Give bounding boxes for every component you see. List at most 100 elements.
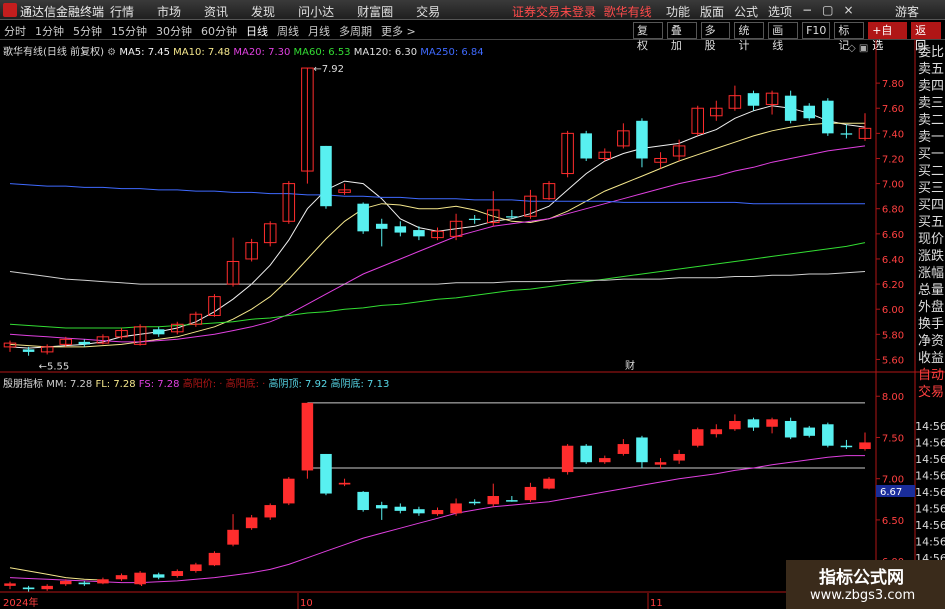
candle-body-17 [320,145,332,207]
side-label-14[interactable]: 总量 [918,282,945,299]
side-label-11[interactable]: 现价 [918,231,945,248]
side-label-16[interactable]: 换手 [918,316,945,333]
ind-body-13 [245,517,258,529]
ind-body-16 [301,402,314,471]
ind-body-29 [543,478,555,489]
side-label-20[interactable]: 交易 [918,384,945,401]
candle-body-22 [413,230,425,237]
price-tick-0: 7.80 [882,79,904,90]
ind-body-27 [506,500,518,502]
candle-body-25 [468,218,481,221]
side-label-19[interactable]: 自动 [918,367,945,384]
side-label-15[interactable]: 外盘 [918,299,945,316]
candle-body-4 [78,341,91,345]
side-label-2[interactable]: 卖四 [918,78,945,95]
ind-body-46 [859,442,871,450]
ma-line-MA20 [9,145,866,343]
ma-line-MA120 [9,271,866,285]
indicator-legend-0: MM: 7.28 [46,379,93,390]
candle-body-34 [636,120,648,159]
ind-body-23 [431,510,444,515]
candle-body-40 [747,93,760,106]
ind-body-4 [78,582,91,585]
ind-body-0 [4,583,16,586]
low-annotation: ←5.55 [39,362,70,373]
side-time-2: 14:56 [915,453,945,466]
side-label-10[interactable]: 买五 [918,214,945,231]
ind-body-41 [766,419,778,427]
buy-arrow-icon: ↑ [136,575,147,590]
ind-body-8 [152,574,165,578]
date-label-11: 11 [650,598,663,609]
side-label-9[interactable]: 买四 [918,197,945,214]
ma-line-MA250 [9,183,865,205]
ind-body-42 [784,420,797,438]
side-label-12[interactable]: 涨跌 [918,248,945,265]
ind-body-24 [450,503,462,514]
kline-chart-canvas[interactable]: 7.80 7.60 7.40 7.20 7.00 6.80 6.60 6.40 6.20 6.00… [0,0,945,609]
indicator-legend-3: 高阳价: · [179,379,223,390]
side-label-4[interactable]: 卖二 [918,112,945,129]
ind-body-25 [468,501,481,504]
high-annotation: ←7.92 [313,64,344,75]
ind-body-34 [636,437,648,463]
price-tick-4: 7.00 [882,180,904,191]
current-price-text: 6.67 [880,487,902,498]
ind-body-38 [710,429,723,435]
side-label-13[interactable]: 涨幅 [918,265,945,282]
side-label-6[interactable]: 买一 [918,146,945,163]
price-tick-5: 6.80 [882,205,904,216]
ind-body-12 [227,529,239,545]
side-time-4: 14:56 [915,486,945,499]
candle-body-42 [784,95,797,121]
ind-body-18 [338,482,351,485]
ind-body-31 [580,445,592,463]
ind-body-1 [22,587,35,590]
ind-body-2 [41,585,53,590]
ind-body-44 [822,424,834,446]
side-time-1: 14:56 [915,437,945,450]
candle-body-21 [394,226,407,233]
indicator-legend-6: 高阴底: 7.13 [327,379,390,390]
side-label-8[interactable]: 买三 [918,180,945,197]
ind-body-39 [729,420,741,430]
indicator-legend-2: FS: 7.28 [135,379,180,390]
ind-body-22 [413,509,425,514]
ind-body-20 [375,505,388,509]
ind-body-14 [264,505,276,518]
side-label-5[interactable]: 卖一 [918,129,945,146]
ind-body-45 [840,445,853,448]
date-label-2024: 2024年 [3,596,38,609]
indicator-tick-0: 8.00 [882,392,904,403]
indicator-title: 殷朋指标 [3,379,43,390]
price-tick-6: 6.60 [882,230,904,241]
side-label-18[interactable]: 收益 [918,350,945,367]
ind-body-5 [97,579,109,584]
ma-line-MA60 [9,242,866,329]
side-label-7[interactable]: 买二 [918,163,945,180]
ind-body-40 [747,419,760,428]
ind-body-32 [599,458,611,463]
indicator-tick-2: 7.00 [882,475,904,486]
ind-body-21 [394,506,407,511]
fs-line [9,455,865,584]
price-tick-2: 7.40 [882,129,904,140]
side-label-0[interactable]: 委比 [918,44,945,61]
ind-body-33 [617,444,630,454]
side-time-7: 14:56 [915,536,945,549]
ind-body-15 [283,478,295,504]
side-label-1[interactable]: 卖五 [918,61,945,78]
indicator-legend-1: FL: 7.28 [92,379,136,390]
side-time-0: 14:56 [915,420,945,433]
watermark-title: 指标公式网 [819,568,904,588]
quote-side-panel: 委比 卖五 卖四 卖三 卖二 卖一 买一 买二 买三 买四 买五 现价 涨跌 涨幅 总量 外盘 换手 净资 收益 自动… [918,44,945,401]
sub-chart-legend: 殷朋指标 MM: 7.28 FL: 7.28 FS: 7.28 高阳价: · 高… [3,375,389,390]
price-tick-9: 6.00 [882,305,904,316]
side-label-3[interactable]: 卖三 [918,95,945,112]
price-tick-3: 7.20 [882,154,904,165]
indicator-tick-3: 6.50 [882,516,904,527]
side-label-17[interactable]: 净资 [918,333,945,350]
indicator-tick-1: 7.50 [882,433,904,444]
indicator-legend-5: 高阴顶: 7.92 [265,379,328,390]
watermark-url: www.zbgs3.com [810,588,916,603]
